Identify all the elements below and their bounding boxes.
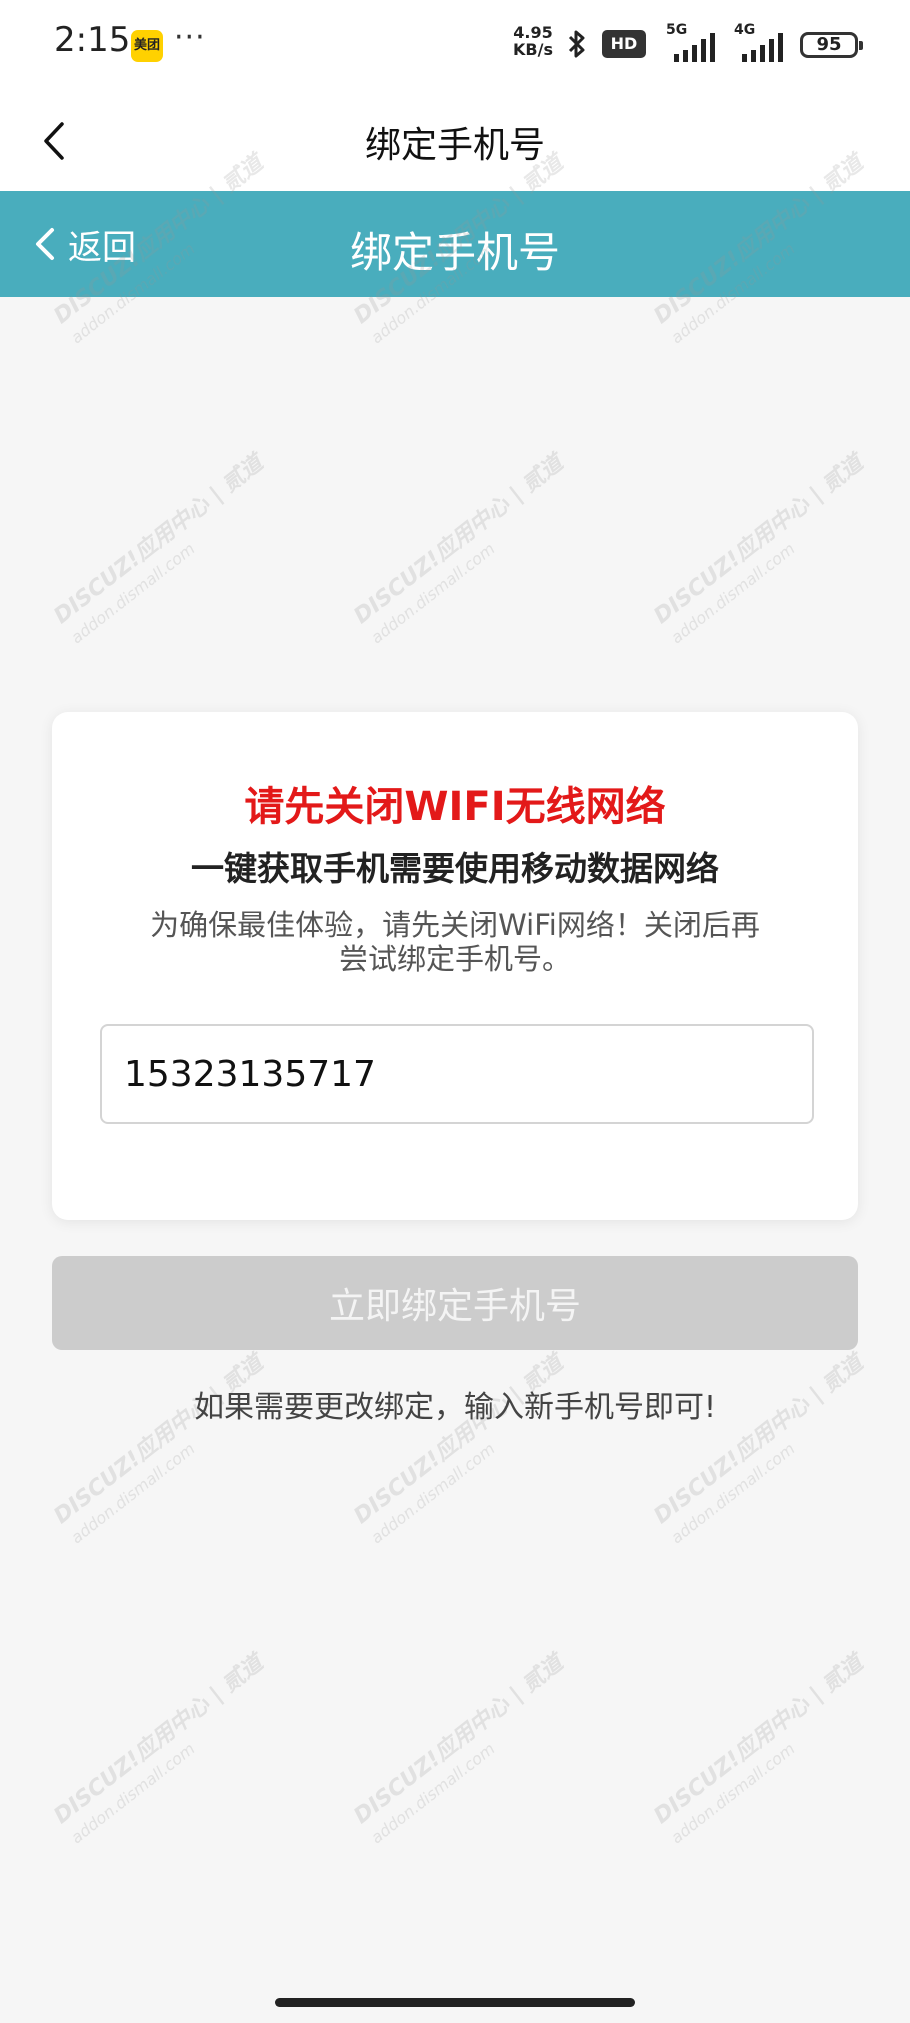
meituan-app-icon: 美团 [131,30,163,62]
header-title: 绑定手机号 [349,228,560,277]
watermark: DISCUZ!应用中心 | 贰道 addon.dismall.com [49,450,268,648]
bluetooth-icon [568,30,585,58]
status-bar: 2:15 美团 ··· 4.95 KB/s HD 5G 4G 95 [0,0,910,88]
signal-5g-icon: 5G [666,22,726,64]
page-title: 绑定手机号 [364,125,545,166]
watermark: DISCUZ!应用中心 | 贰道 addon.dismall.com [349,1650,568,1848]
watermark: DISCUZ!应用中心 | 贰道 addon.dismall.com [349,450,568,648]
rebind-hint: 如果需要更改绑定，输入新手机号即可! [193,1390,717,1425]
status-time: 2:15 [54,20,131,60]
bind-phone-card: 请先关闭WIFI无线网络 一键获取手机需要使用移动数据网络 为确保最佳体验，请先… [52,712,858,1220]
watermark: DISCUZ!应用中心 | 贰道 addon.dismall.com [649,1650,868,1848]
status-indicators: 4.95 KB/s HD 5G 4G 95 [458,22,863,64]
mobile-data-subtitle: 一键获取手机需要使用移动数据网络 [191,849,719,888]
phone-number-input[interactable] [100,1024,814,1124]
description-line-1: 为确保最佳体验，请先关闭WiFi网络！关闭后再 [150,908,760,942]
signal-4g-icon: 4G [734,22,794,64]
more-notifications-icon: ··· [174,20,206,55]
watermark: DISCUZ!应用中心 | 贰道 addon.dismall.com [49,1650,268,1848]
home-indicator[interactable] [275,1998,635,2007]
network-speed: 4.95 KB/s [513,23,553,59]
native-header: 绑定手机号 [0,88,910,191]
wifi-warning-title: 请先关闭WIFI无线网络 [244,784,666,830]
hd-voice-icon: HD [602,30,646,58]
page-header: 返回 绑定手机号 [0,191,910,297]
description: 为确保最佳体验，请先关闭WiFi网络！关闭后再 尝试绑定手机号。 [92,908,818,976]
battery-icon: 95 [800,32,863,58]
watermark: DISCUZ!应用中心 | 贰道 addon.dismall.com [649,450,868,648]
bind-phone-button[interactable]: 立即绑定手机号 [52,1256,858,1350]
description-line-2: 尝试绑定手机号。 [338,942,571,976]
